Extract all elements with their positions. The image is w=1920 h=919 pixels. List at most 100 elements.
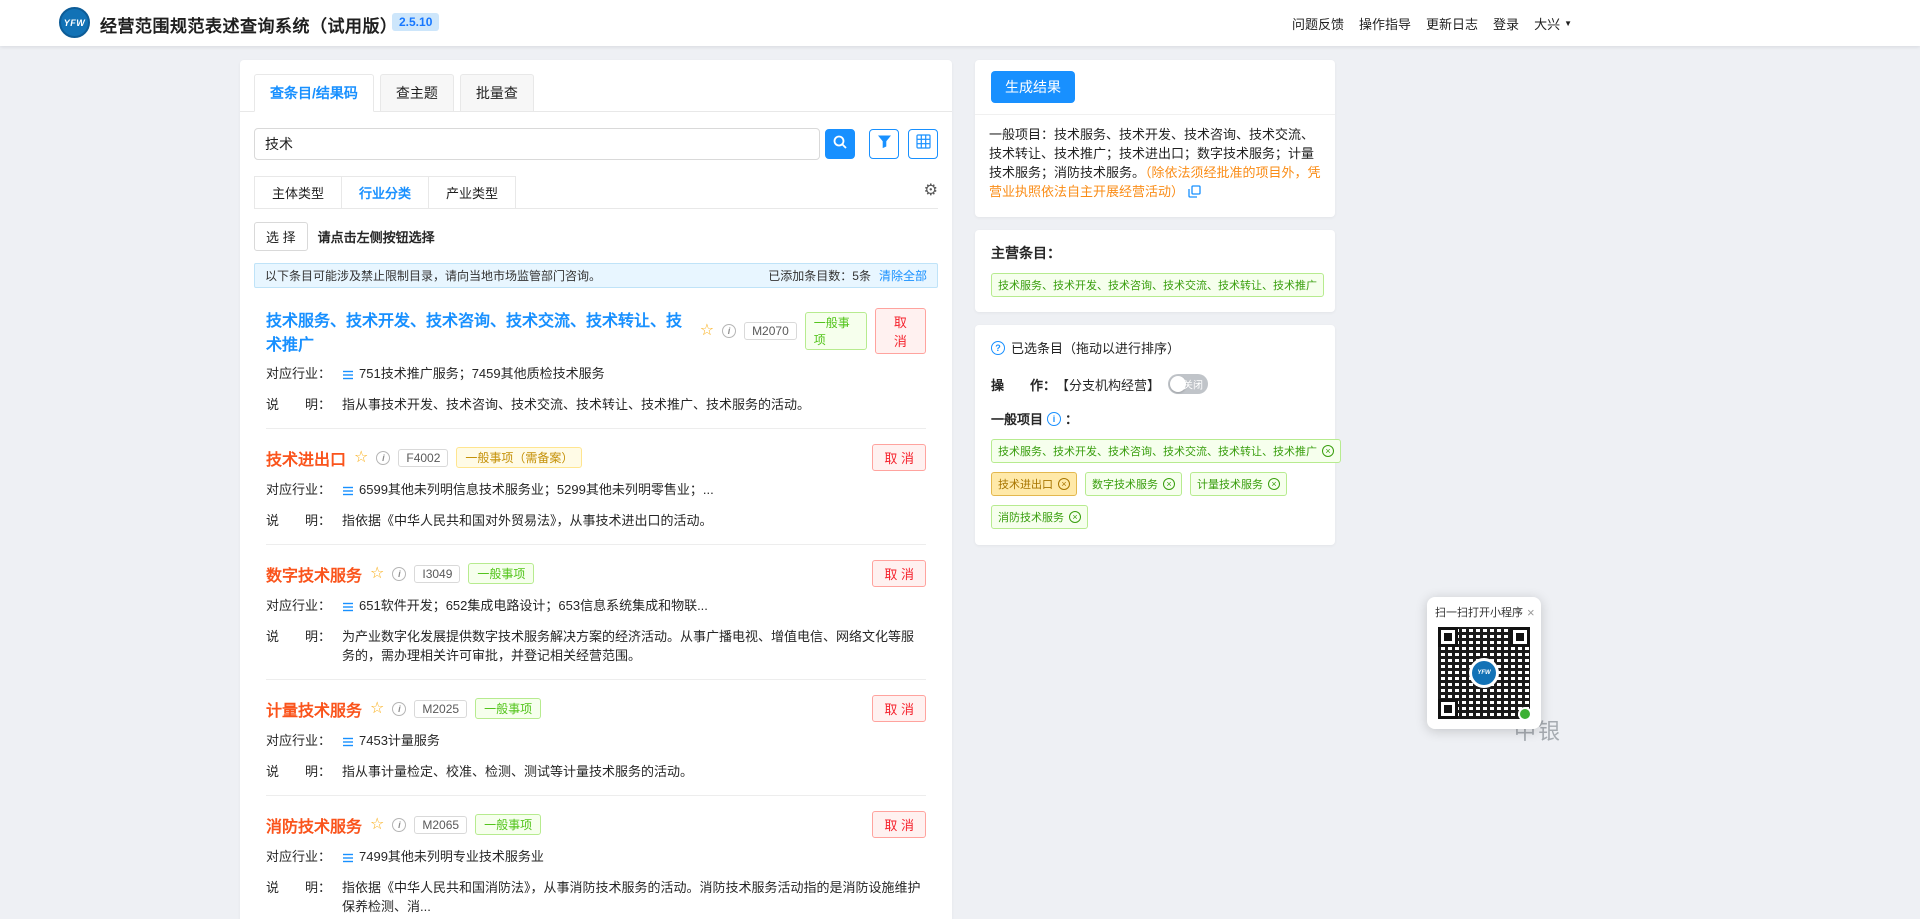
result-title-link[interactable]: 技术进出口	[266, 446, 346, 470]
info-icon[interactable]: i	[392, 702, 406, 716]
result-list: 技术服务、技术开发、技术咨询、技术交流、技术转让、技术推广 ☆ i M2070 …	[266, 292, 926, 919]
result-item: 消防技术服务 ☆ i M2065 一般事项 取 消 对应行业： 7499其他未列…	[266, 796, 926, 919]
toggle-off-label: 关闭	[1183, 377, 1203, 392]
tab-batch-query[interactable]: 批量查	[460, 74, 534, 111]
industry-label: 对应行业：	[266, 731, 342, 753]
remove-icon[interactable]: ×	[1163, 478, 1175, 490]
nav-feedback[interactable]: 问题反馈	[1292, 14, 1344, 33]
search-icon	[832, 134, 848, 155]
app-logo-icon: YFW	[59, 7, 90, 38]
remove-icon[interactable]: ×	[1268, 478, 1280, 490]
result-type-tag: 一般事项	[475, 698, 541, 719]
filter-tab-industry[interactable]: 行业分类	[342, 176, 429, 208]
added-count: 已添加条目数：5条	[768, 267, 871, 284]
industry-label: 对应行业：	[266, 596, 342, 618]
tab-query-item[interactable]: 查条目/结果码	[254, 74, 374, 112]
miniprogram-badge-icon	[1518, 707, 1532, 721]
result-code-badge: M2025	[414, 700, 467, 718]
qr-code: YFW	[1438, 627, 1530, 719]
result-item: 技术进出口 ☆ i F4002 一般事项（需备案） 取 消 对应行业： 6599…	[266, 429, 926, 545]
star-icon[interactable]: ☆	[370, 817, 384, 833]
search-button[interactable]	[825, 129, 855, 159]
info-icon[interactable]: i	[376, 451, 390, 465]
filter-tab-entity-type[interactable]: 主体类型	[254, 176, 342, 208]
nav-guide[interactable]: 操作指导	[1359, 14, 1411, 33]
list-icon	[342, 599, 354, 618]
select-hint: 请点击左侧按钮选择	[318, 227, 435, 246]
search-row	[254, 128, 938, 160]
result-sidebar: 生成结果 一般项目：技术服务、技术开发、技术咨询、技术交流、技术转让、技术推广；…	[975, 60, 1335, 545]
result-type-tag: 一般事项	[468, 563, 534, 584]
cancel-button[interactable]: 取 消	[872, 444, 926, 471]
description-value: 指依据《中华人民共和国对外贸易法》，从事技术进出口的活动。	[342, 511, 926, 530]
info-icon[interactable]: i	[1047, 412, 1061, 426]
grid-icon	[916, 134, 931, 154]
remove-icon[interactable]: ×	[1322, 445, 1334, 457]
selected-tag[interactable]: 技术进出口 ×	[991, 472, 1077, 496]
selected-tag-label: 计量技术服务	[1197, 476, 1263, 492]
filter-button[interactable]	[869, 129, 899, 159]
cancel-button[interactable]: 取 消	[872, 811, 926, 838]
region-selector[interactable]: 大兴 ▼	[1534, 14, 1572, 33]
result-title-link[interactable]: 数字技术服务	[266, 562, 362, 586]
star-icon[interactable]: ☆	[370, 566, 384, 582]
branch-toggle[interactable]: 关闭	[1168, 374, 1208, 394]
operation-label: 操 作：	[991, 375, 1056, 394]
industry-value: 7499其他未列明专业技术服务业	[359, 847, 926, 869]
description-label: 说 明：	[266, 511, 342, 530]
filter-tabs: 主体类型 行业分类 产业类型 ⚙	[254, 176, 938, 209]
list-icon	[342, 734, 354, 753]
star-icon[interactable]: ☆	[700, 323, 714, 339]
industry-value: 651软件开发；652集成电路设计；653信息系统集成和物联...	[359, 596, 926, 618]
qr-title: 扫一扫打开小程序	[1435, 604, 1523, 620]
star-icon[interactable]: ☆	[370, 701, 384, 717]
tab-query-topic[interactable]: 查主题	[380, 74, 454, 111]
main-tabs: 查条目/结果码 查主题 批量查	[240, 60, 952, 112]
description-value: 指从事技术开发、技术咨询、技术交流、技术转让、技术推广、技术服务的活动。	[342, 395, 926, 414]
description-value: 指依据《中华人民共和国消防法》，从事消防技术服务的活动。消防技术服务活动指的是消…	[342, 878, 926, 916]
remove-icon[interactable]: ×	[1069, 511, 1081, 523]
table-view-button[interactable]	[908, 129, 938, 159]
close-icon[interactable]: ×	[1527, 605, 1535, 620]
result-code-badge: F4002	[398, 449, 448, 467]
filter-tab-sector[interactable]: 产业类型	[429, 176, 516, 208]
select-button[interactable]: 选 择	[254, 222, 308, 251]
description-label: 说 明：	[266, 395, 342, 414]
nav-login[interactable]: 登录	[1493, 14, 1519, 33]
description-value: 为产业数字化发展提供数字技术服务解决方案的经济活动。从事广播电视、增值电信、网络…	[342, 627, 926, 665]
info-icon[interactable]: i	[722, 324, 736, 338]
qr-finder-icon	[1510, 627, 1530, 647]
selected-tag[interactable]: 数字技术服务 ×	[1085, 472, 1182, 496]
region-name: 大兴	[1534, 14, 1560, 33]
star-icon[interactable]: ☆	[354, 450, 368, 466]
header-nav: 问题反馈 操作指导 更新日志 登录 大兴 ▼	[1292, 0, 1572, 46]
selected-tag-label: 数字技术服务	[1092, 476, 1158, 492]
copy-icon[interactable]	[1188, 184, 1201, 203]
selected-tag[interactable]: 计量技术服务 ×	[1190, 472, 1287, 496]
version-badge: 2.5.10	[392, 13, 439, 31]
clear-all-link[interactable]: 清除全部	[879, 267, 927, 284]
search-input[interactable]	[254, 128, 820, 160]
operation-value: 【分支机构经营】	[1056, 375, 1160, 394]
industry-value: 7453计量服务	[359, 731, 926, 753]
cancel-button[interactable]: 取 消	[875, 308, 926, 354]
generate-result-button[interactable]: 生成结果	[991, 71, 1075, 103]
result-type-tag: 一般事项	[475, 814, 541, 835]
logo-text: YFW	[64, 18, 86, 28]
info-icon[interactable]: i	[392, 567, 406, 581]
selected-tag[interactable]: 技术服务、技术开发、技术咨询、技术交流、技术转让、技术推广 ×	[991, 439, 1341, 463]
result-title-link[interactable]: 消防技术服务	[266, 813, 362, 837]
remove-icon[interactable]: ×	[1058, 478, 1070, 490]
nav-changelog[interactable]: 更新日志	[1426, 14, 1478, 33]
result-title-link[interactable]: 计量技术服务	[266, 697, 362, 721]
selected-tag[interactable]: 消防技术服务 ×	[991, 505, 1088, 529]
info-icon[interactable]: i	[392, 818, 406, 832]
cancel-button[interactable]: 取 消	[872, 695, 926, 722]
list-icon	[342, 850, 354, 869]
result-title-link[interactable]: 技术服务、技术开发、技术咨询、技术交流、技术转让、技术推广	[266, 307, 692, 355]
cancel-button[interactable]: 取 消	[872, 560, 926, 587]
generated-scope-text: 一般项目：技术服务、技术开发、技术咨询、技术交流、技术转让、技术推广；技术进出口…	[975, 115, 1335, 217]
miniprogram-popup: 扫一扫打开小程序 × YFW	[1427, 597, 1541, 729]
help-icon[interactable]: ?	[991, 341, 1005, 355]
gear-icon[interactable]: ⚙	[924, 180, 938, 205]
